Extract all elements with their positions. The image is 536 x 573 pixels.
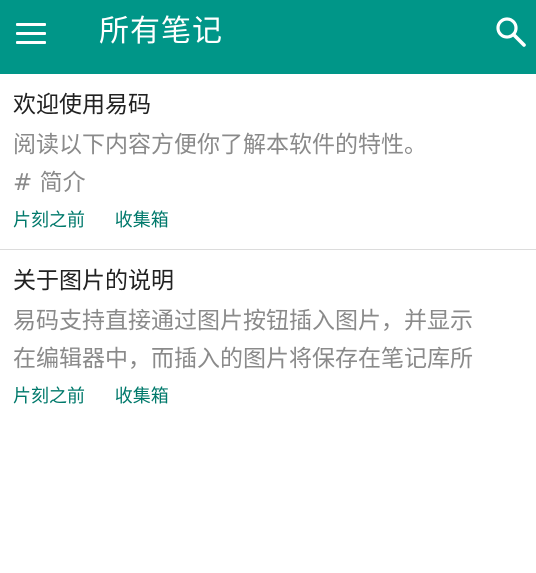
- note-excerpt-line: # 简介: [13, 170, 86, 196]
- notes-app: 所有笔记 欢迎使用易码 阅读以下内容方便你了解本软件的特性。 # 简介 片刻之前…: [0, 0, 536, 573]
- note-folder: 收集箱: [114, 210, 169, 231]
- search-icon[interactable]: [493, 14, 529, 50]
- note-excerpt-line: 易码支持直接通过图片按钮插入图片，并显示: [13, 308, 473, 334]
- note-excerpt-line: 阅读以下内容方便你了解本软件的特性。: [13, 132, 427, 158]
- hamburger-menu-icon[interactable]: [14, 19, 48, 49]
- note-excerpt: 阅读以下内容方便你了解本软件的特性。 # 简介: [13, 126, 523, 202]
- note-item[interactable]: 欢迎使用易码 阅读以下内容方便你了解本软件的特性。 # 简介 片刻之前 收集箱: [0, 74, 536, 249]
- note-meta: 片刻之前 收集箱: [13, 208, 169, 234]
- note-excerpt-line: 在编辑器中，而插入的图片将保存在笔记库所: [13, 346, 473, 372]
- note-meta: 片刻之前 收集箱: [13, 384, 169, 410]
- note-time: 片刻之前: [13, 386, 85, 407]
- note-title: 关于图片的说明: [13, 268, 174, 294]
- note-item[interactable]: 关于图片的说明 易码支持直接通过图片按钮插入图片，并显示 在编辑器中，而插入的图…: [0, 249, 536, 424]
- note-excerpt: 易码支持直接通过图片按钮插入图片，并显示 在编辑器中，而插入的图片将保存在笔记库…: [13, 302, 523, 378]
- note-title: 欢迎使用易码: [13, 92, 151, 118]
- note-list: 欢迎使用易码 阅读以下内容方便你了解本软件的特性。 # 简介 片刻之前 收集箱 …: [0, 74, 536, 424]
- page-title: 所有笔记: [99, 14, 223, 49]
- note-folder: 收集箱: [114, 386, 169, 407]
- app-toolbar: 所有笔记: [0, 0, 536, 74]
- note-time: 片刻之前: [13, 210, 85, 231]
